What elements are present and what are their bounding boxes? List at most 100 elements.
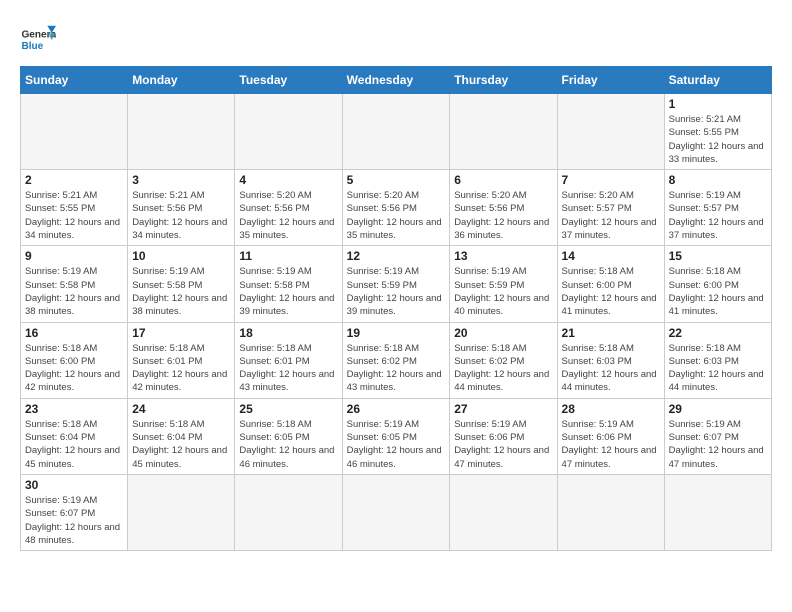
day-info: Sunrise: 5:18 AM Sunset: 6:03 PM Dayligh… (562, 342, 660, 395)
calendar-cell: 19 Sunrise: 5:18 AM Sunset: 6:02 PM Dayli… (342, 322, 450, 398)
day-number: 7 (562, 173, 660, 187)
calendar-cell: 13 Sunrise: 5:19 AM Sunset: 5:59 PM Dayli… (450, 246, 557, 322)
calendar-cell (450, 94, 557, 170)
calendar-cell: 26 Sunrise: 5:19 AM Sunset: 6:05 PM Dayli… (342, 398, 450, 474)
calendar-cell: 27Sunrise: 5:19 AM Sunset: 6:06 PM Dayli… (450, 398, 557, 474)
calendar-cell: 10 Sunrise: 5:19 AM Sunset: 5:58 PM Dayli… (128, 246, 235, 322)
svg-text:Blue: Blue (21, 41, 43, 52)
day-info: Sunrise: 5:19 AM Sunset: 5:57 PM Dayligh… (669, 189, 767, 242)
calendar-cell: 17 Sunrise: 5:18 AM Sunset: 6:01 PM Dayli… (128, 322, 235, 398)
day-number: 10 (132, 249, 230, 263)
column-header-wednesday: Wednesday (342, 67, 450, 94)
calendar-cell: 2 Sunrise: 5:21 AM Sunset: 5:55 PM Daylig… (21, 170, 128, 246)
day-info: Sunrise: 5:20 AM Sunset: 5:56 PM Dayligh… (347, 189, 446, 242)
column-header-tuesday: Tuesday (235, 67, 342, 94)
day-number: 25 (239, 402, 337, 416)
calendar-cell (128, 474, 235, 550)
day-number: 15 (669, 249, 767, 263)
day-info: Sunrise: 5:19 AM Sunset: 6:06 PM Dayligh… (454, 418, 552, 471)
day-info: Sunrise: 5:19 AM Sunset: 5:58 PM Dayligh… (239, 265, 337, 318)
day-info: Sunrise: 5:21 AM Sunset: 5:55 PM Dayligh… (25, 189, 123, 242)
calendar-cell: 3Sunrise: 5:21 AM Sunset: 5:56 PM Daylig… (128, 170, 235, 246)
day-number: 19 (347, 326, 446, 340)
calendar-cell: 11Sunrise: 5:19 AM Sunset: 5:58 PM Dayli… (235, 246, 342, 322)
calendar-cell: 15 Sunrise: 5:18 AM Sunset: 6:00 PM Dayli… (664, 246, 771, 322)
day-info: Sunrise: 5:20 AM Sunset: 5:56 PM Dayligh… (454, 189, 552, 242)
day-info: Sunrise: 5:21 AM Sunset: 5:55 PM Dayligh… (669, 113, 767, 166)
calendar-cell: 25 Sunrise: 5:18 AM Sunset: 6:05 PM Dayli… (235, 398, 342, 474)
calendar-cell: 22 Sunrise: 5:18 AM Sunset: 6:03 PM Dayli… (664, 322, 771, 398)
day-number: 16 (25, 326, 123, 340)
day-info: Sunrise: 5:18 AM Sunset: 6:04 PM Dayligh… (25, 418, 123, 471)
calendar-cell (450, 474, 557, 550)
logo: General Blue (20, 20, 56, 56)
column-header-monday: Monday (128, 67, 235, 94)
day-info: Sunrise: 5:18 AM Sunset: 6:00 PM Dayligh… (25, 342, 123, 395)
calendar-cell (128, 94, 235, 170)
column-header-thursday: Thursday (450, 67, 557, 94)
calendar-cell: 30 Sunrise: 5:19 AM Sunset: 6:07 PM Dayli… (21, 474, 128, 550)
column-header-friday: Friday (557, 67, 664, 94)
day-info: Sunrise: 5:20 AM Sunset: 5:57 PM Dayligh… (562, 189, 660, 242)
day-number: 5 (347, 173, 446, 187)
day-info: Sunrise: 5:18 AM Sunset: 6:02 PM Dayligh… (347, 342, 446, 395)
day-number: 28 (562, 402, 660, 416)
day-number: 30 (25, 478, 123, 492)
day-info: Sunrise: 5:18 AM Sunset: 6:00 PM Dayligh… (669, 265, 767, 318)
header-row: SundayMondayTuesdayWednesdayThursdayFrid… (21, 67, 772, 94)
calendar-cell (21, 94, 128, 170)
day-info: Sunrise: 5:19 AM Sunset: 6:06 PM Dayligh… (562, 418, 660, 471)
day-info: Sunrise: 5:19 AM Sunset: 5:59 PM Dayligh… (454, 265, 552, 318)
day-number: 13 (454, 249, 552, 263)
calendar-cell: 28 Sunrise: 5:19 AM Sunset: 6:06 PM Dayli… (557, 398, 664, 474)
week-row-6: 30 Sunrise: 5:19 AM Sunset: 6:07 PM Dayli… (21, 474, 772, 550)
day-number: 9 (25, 249, 123, 263)
day-info: Sunrise: 5:18 AM Sunset: 6:01 PM Dayligh… (239, 342, 337, 395)
day-number: 6 (454, 173, 552, 187)
day-number: 22 (669, 326, 767, 340)
day-info: Sunrise: 5:20 AM Sunset: 5:56 PM Dayligh… (239, 189, 337, 242)
day-number: 18 (239, 326, 337, 340)
calendar-cell: 29 Sunrise: 5:19 AM Sunset: 6:07 PM Dayli… (664, 398, 771, 474)
calendar-cell: 5 Sunrise: 5:20 AM Sunset: 5:56 PM Daylig… (342, 170, 450, 246)
column-header-sunday: Sunday (21, 67, 128, 94)
page-header: General Blue (20, 20, 772, 56)
calendar-cell: 23 Sunrise: 5:18 AM Sunset: 6:04 PM Dayli… (21, 398, 128, 474)
day-number: 4 (239, 173, 337, 187)
day-info: Sunrise: 5:19 AM Sunset: 5:59 PM Dayligh… (347, 265, 446, 318)
day-number: 23 (25, 402, 123, 416)
day-number: 17 (132, 326, 230, 340)
day-number: 1 (669, 97, 767, 111)
calendar-cell: 9 Sunrise: 5:19 AM Sunset: 5:58 PM Daylig… (21, 246, 128, 322)
calendar-cell (557, 94, 664, 170)
calendar-cell (235, 94, 342, 170)
calendar-cell: 1 Sunrise: 5:21 AM Sunset: 5:55 PM Daylig… (664, 94, 771, 170)
calendar-cell: 20Sunrise: 5:18 AM Sunset: 6:02 PM Dayli… (450, 322, 557, 398)
calendar-cell: 24Sunrise: 5:18 AM Sunset: 6:04 PM Dayli… (128, 398, 235, 474)
calendar-cell: 6 Sunrise: 5:20 AM Sunset: 5:56 PM Daylig… (450, 170, 557, 246)
day-info: Sunrise: 5:18 AM Sunset: 6:03 PM Dayligh… (669, 342, 767, 395)
week-row-3: 9 Sunrise: 5:19 AM Sunset: 5:58 PM Daylig… (21, 246, 772, 322)
day-info: Sunrise: 5:19 AM Sunset: 6:05 PM Dayligh… (347, 418, 446, 471)
calendar-cell: 21Sunrise: 5:18 AM Sunset: 6:03 PM Dayli… (557, 322, 664, 398)
day-info: Sunrise: 5:18 AM Sunset: 6:04 PM Dayligh… (132, 418, 230, 471)
day-info: Sunrise: 5:19 AM Sunset: 6:07 PM Dayligh… (669, 418, 767, 471)
day-number: 3 (132, 173, 230, 187)
day-info: Sunrise: 5:18 AM Sunset: 6:02 PM Dayligh… (454, 342, 552, 395)
day-info: Sunrise: 5:19 AM Sunset: 6:07 PM Dayligh… (25, 494, 123, 547)
calendar-cell (342, 94, 450, 170)
calendar-cell: 12Sunrise: 5:19 AM Sunset: 5:59 PM Dayli… (342, 246, 450, 322)
day-number: 2 (25, 173, 123, 187)
day-info: Sunrise: 5:19 AM Sunset: 5:58 PM Dayligh… (25, 265, 123, 318)
calendar-cell (235, 474, 342, 550)
logo-icon: General Blue (20, 20, 56, 56)
column-header-saturday: Saturday (664, 67, 771, 94)
calendar-cell: 7 Sunrise: 5:20 AM Sunset: 5:57 PM Daylig… (557, 170, 664, 246)
week-row-2: 2 Sunrise: 5:21 AM Sunset: 5:55 PM Daylig… (21, 170, 772, 246)
day-info: Sunrise: 5:18 AM Sunset: 6:05 PM Dayligh… (239, 418, 337, 471)
day-number: 29 (669, 402, 767, 416)
day-info: Sunrise: 5:18 AM Sunset: 6:01 PM Dayligh… (132, 342, 230, 395)
day-number: 26 (347, 402, 446, 416)
day-info: Sunrise: 5:18 AM Sunset: 6:00 PM Dayligh… (562, 265, 660, 318)
day-info: Sunrise: 5:19 AM Sunset: 5:58 PM Dayligh… (132, 265, 230, 318)
